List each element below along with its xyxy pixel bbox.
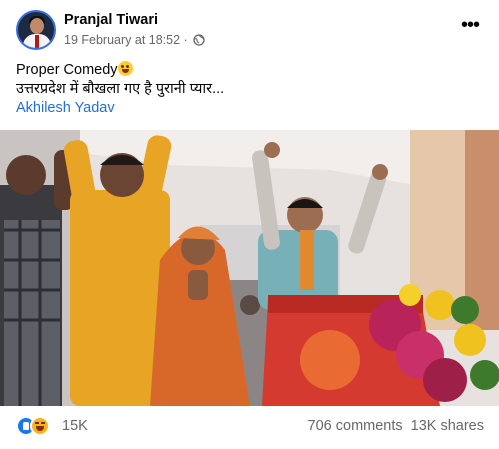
facebook-post: Pranjal Tiwari 19 February at 18:52 · ••… (0, 0, 499, 449)
post-meta: 19 February at 18:52 · (64, 33, 205, 47)
hashtag-link[interactable]: Akhilesh Yadav (16, 99, 486, 118)
author-name[interactable]: Pranjal Tiwari (64, 12, 158, 28)
post-video[interactable] (0, 130, 499, 406)
caption-line-1: Proper Comedy (16, 62, 118, 78)
post-footer: 15K 706 comments 13K shares (16, 412, 486, 438)
post-timestamp[interactable]: 19 February at 18:52 (64, 33, 180, 47)
video-frame (0, 130, 499, 406)
reaction-count[interactable]: 15K (62, 418, 88, 434)
zany-face-emoji (117, 61, 133, 76)
caption-line-2: उत्तरप्रदेश में बौखला गए है पुरानी प्यार… (16, 81, 225, 97)
engagement-stats: 706 comments 13K shares (308, 418, 484, 434)
comments-count[interactable]: 706 comments (308, 418, 403, 434)
post-header: Pranjal Tiwari 19 February at 18:52 · ••… (16, 10, 486, 52)
author-avatar[interactable] (16, 10, 56, 50)
post-caption: Proper Comedy उत्तरप्रदेश में बौखला गए ह… (16, 61, 486, 118)
haha-icon (30, 416, 50, 436)
more-options-icon[interactable]: ••• (458, 15, 482, 38)
globe-icon[interactable] (193, 34, 205, 46)
meta-separator: · (183, 33, 188, 47)
shares-count[interactable]: 13K shares (411, 418, 484, 434)
